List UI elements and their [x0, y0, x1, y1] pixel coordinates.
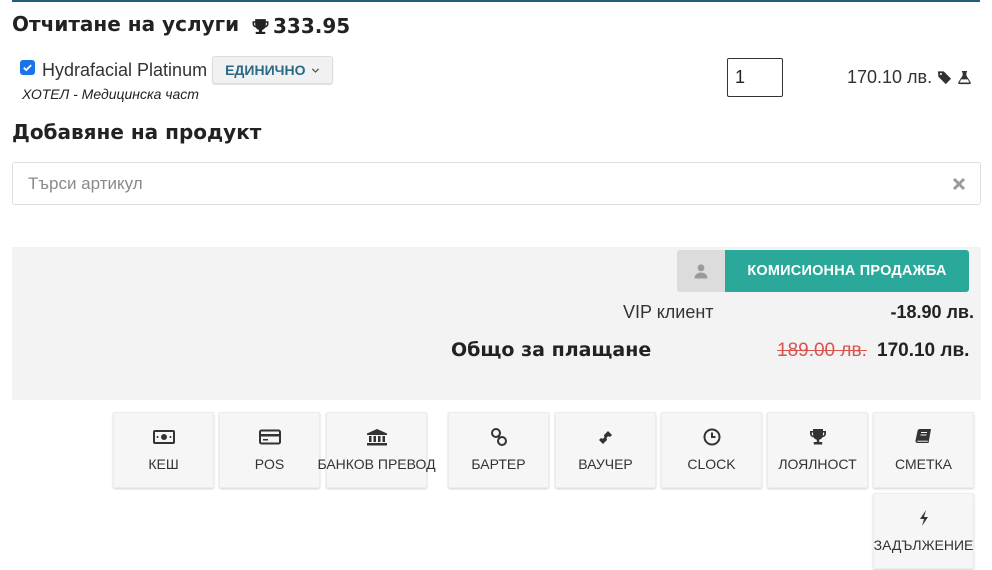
- service-subtitle: ХОТЕЛ - Медицинска част: [22, 86, 199, 102]
- money-icon: [152, 430, 175, 444]
- pay-barter-button[interactable]: БАРТЕР: [448, 412, 549, 488]
- pay-debt-label: ЗАДЪЛЖЕНИЕ: [873, 537, 974, 553]
- service-price-value: 170.10 лв.: [847, 67, 933, 87]
- flask-icon[interactable]: [957, 70, 972, 85]
- pay-bank-transfer-label: БАНКОВ ПРЕВОД: [317, 456, 436, 472]
- trophy-icon: [252, 18, 269, 34]
- close-icon[interactable]: [952, 177, 966, 191]
- pay-voucher-button[interactable]: ВАУЧЕР: [555, 412, 656, 488]
- bolt-icon: [919, 510, 928, 526]
- add-product-heading: Добавяне на продукт: [12, 120, 262, 144]
- book-icon: [914, 429, 931, 443]
- services-heading: Отчитане на услуги: [12, 12, 240, 36]
- product-search-input[interactable]: [13, 163, 913, 204]
- chevron-down-icon: [312, 67, 320, 73]
- pay-clock-label: CLOCK: [687, 456, 736, 472]
- select-user-button[interactable]: [677, 250, 725, 292]
- points-total: 333.95: [252, 14, 350, 38]
- pay-barter-label: БАРТЕР: [471, 456, 526, 472]
- pay-pos-label: POS: [254, 456, 285, 472]
- pay-pos-button[interactable]: POS: [219, 412, 320, 488]
- pay-account-button[interactable]: СМЕТКА: [873, 412, 974, 488]
- pay-cash-button[interactable]: КЕШ: [113, 412, 214, 488]
- top-divider: [12, 0, 980, 2]
- service-row: Hydrafacial Platinum ЕДИНИЧНО: [20, 56, 334, 84]
- pay-voucher-label: ВАУЧЕР: [578, 456, 633, 472]
- discount-value: -18.90 лв.: [890, 302, 974, 322]
- unit-type-label: ЕДИНИЧНО: [225, 62, 306, 78]
- total-new-price: 170.10 лв.: [877, 340, 970, 361]
- pay-cash-label: КЕШ: [148, 456, 179, 472]
- service-name: Hydrafacial Platinum: [42, 59, 208, 80]
- product-search: [12, 162, 981, 205]
- discount-label: VIP клиент: [623, 302, 714, 322]
- credit-card-icon: [258, 429, 281, 445]
- total-label: Общо за плащане: [451, 339, 652, 361]
- points-total-value: 333.95: [273, 14, 351, 38]
- link-icon: [490, 428, 507, 446]
- service-price: 170.10 лв.: [847, 67, 972, 88]
- user-icon: [694, 264, 708, 279]
- pay-debt-button[interactable]: ЗАДЪЛЖЕНИЕ: [873, 493, 974, 569]
- tag-icon[interactable]: [937, 70, 952, 85]
- service-checkbox[interactable]: [20, 59, 35, 75]
- quantity-input[interactable]: [727, 58, 783, 97]
- trophy-icon: [809, 429, 826, 445]
- pay-loyalty-label: ЛОЯЛНОСТ: [778, 456, 857, 472]
- pay-account-label: СМЕТКА: [895, 456, 952, 472]
- ticket-icon: [598, 431, 612, 444]
- commission-sale-button[interactable]: КОМИСИОННА ПРОДАЖБА: [725, 250, 969, 292]
- clock-icon: [703, 428, 720, 446]
- total-old-price: 189.00 лв.: [777, 340, 867, 361]
- bank-icon: [366, 429, 387, 446]
- pay-bank-transfer-button[interactable]: БАНКОВ ПРЕВОД: [317, 412, 436, 488]
- check-icon: [23, 63, 32, 71]
- pay-loyalty-button[interactable]: ЛОЯЛНОСТ: [767, 412, 868, 488]
- unit-type-dropdown[interactable]: ЕДИНИЧНО: [212, 56, 334, 84]
- pay-clock-button[interactable]: CLOCK: [661, 412, 762, 488]
